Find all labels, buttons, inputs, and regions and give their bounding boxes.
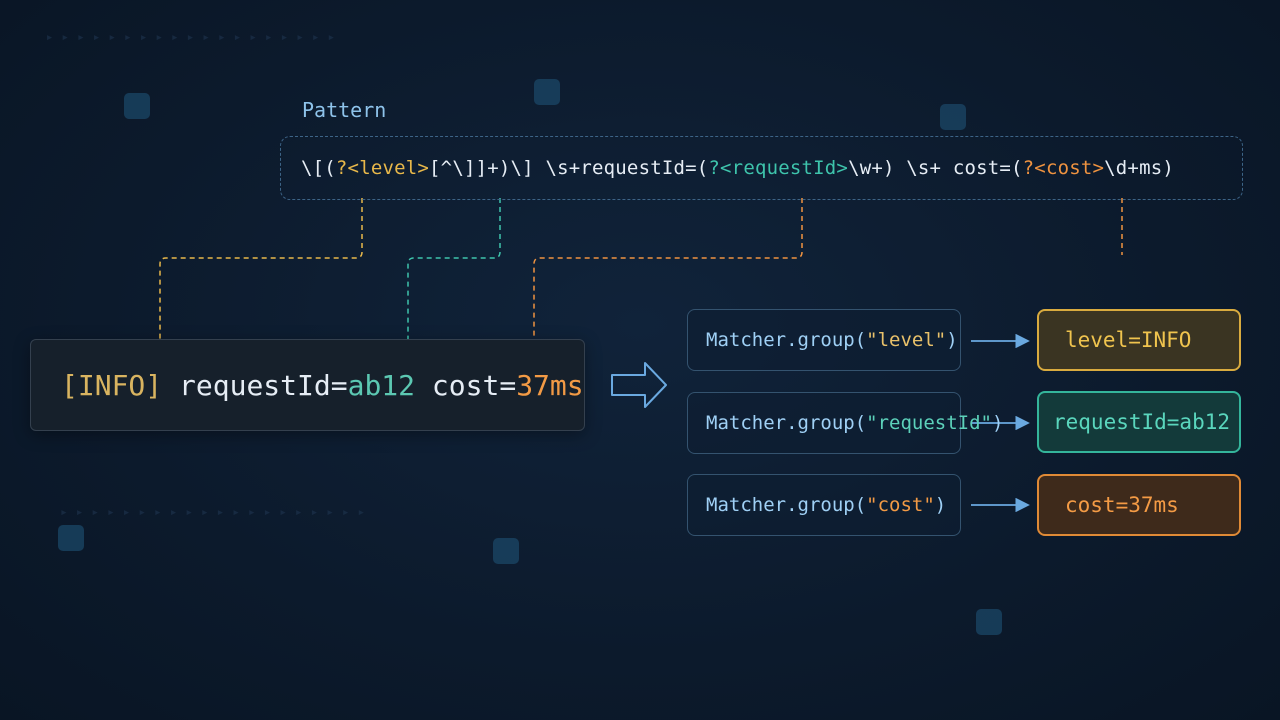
log-req-key: requestId= [162,368,348,402]
matcher-suffix: ) [934,494,947,516]
result-cost: cost=37ms [1037,474,1241,536]
matcher-cost: Matcher.group("cost") [687,474,961,536]
matcher-prefix: Matcher.group( [706,329,867,351]
pattern-token: \s+requestId=( [533,157,709,179]
matcher-arg: "cost" [866,494,935,516]
requestId-connector [407,198,501,342]
matcher-suffix: ) [946,329,958,351]
pattern-token: \w+) \s+ cost=( [848,157,1023,179]
pattern-token: [^\]]+) [429,157,511,179]
matcher-arg: "requestId" [866,412,992,434]
pattern-requestId-group: ?<requestId> [708,157,849,179]
log-line-box: [INFO] requestId= ab12 cost= 37ms [30,339,585,431]
hollow-arrow-icon [611,362,667,408]
matcher-prefix: Matcher.group( [706,412,867,434]
level-connector [159,198,363,342]
log-req-value: ab12 [347,368,416,402]
log-level: [INFO] [61,368,163,402]
result-requestId: requestId=ab12 [1037,391,1241,453]
pattern-level-group: ?<level> [335,157,430,179]
matcher-suffix: ) [992,412,1004,434]
pattern-token: \d+ms) [1104,157,1174,179]
pattern-label: Pattern [302,98,387,122]
result-level: level=INFO [1037,309,1241,371]
matcher-requestId: Matcher.group("requestId") [687,392,1003,454]
matcher-prefix: Matcher.group( [706,494,867,516]
log-cost-key: cost= [415,368,517,402]
log-cost-value: 37ms [516,368,584,402]
pattern-token: \[( [301,157,336,179]
pattern-cost-group: ?<cost> [1022,157,1105,179]
pattern-token: \] [510,157,534,179]
matcher-arg: "level" [866,329,947,351]
pattern-box: \[(?<level> [^\]]+) \] \s+requestId=(?<req… [280,136,1243,200]
matcher-level: Matcher.group("level") [687,309,961,371]
